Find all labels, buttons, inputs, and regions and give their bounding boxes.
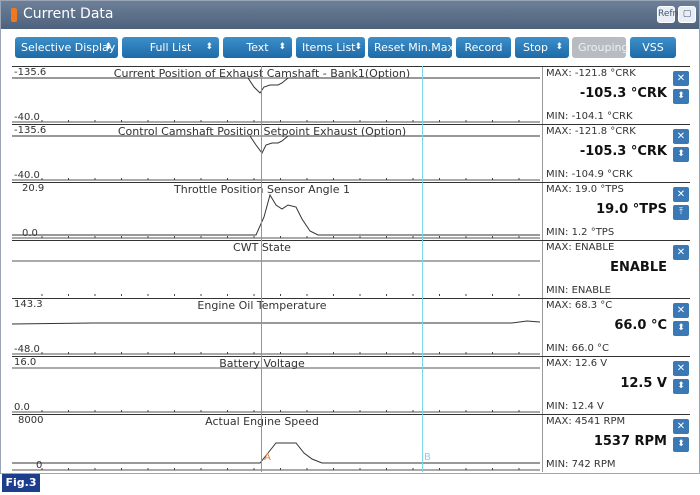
value-panel: MAX: ENABLE ENABLE MIN: ENABLE ✕ xyxy=(542,241,691,298)
value-panel: MAX: 19.0 °TPS 19.0 °TPS MIN: 1.2 °TPS ✕… xyxy=(542,183,691,240)
scale-min: 0.0 xyxy=(14,402,30,413)
parameter-title: Engine Oil Temperature xyxy=(197,299,327,312)
close-icon[interactable]: ✕ xyxy=(673,361,689,376)
max-value: MAX: ENABLE xyxy=(546,242,615,253)
stop-label: Stop xyxy=(523,41,549,54)
parameter-row-battery-voltage[interactable]: 16.0 0.0 Battery Voltage MAX: 12.6 V 12.… xyxy=(12,356,691,414)
min-value: MIN: 12.4 V xyxy=(546,401,604,412)
close-icon[interactable]: ✕ xyxy=(673,245,689,260)
graph-area: 8000 0 Actual Engine Speed xyxy=(12,415,540,472)
scale-min: -48.0 xyxy=(14,344,40,355)
move-updown-icon[interactable]: ⬍ xyxy=(673,437,689,452)
max-value: MAX: 4541 RPM xyxy=(546,416,626,427)
current-value: 19.0 °TPS xyxy=(596,202,667,217)
min-value: MIN: 1.2 °TPS xyxy=(546,227,615,238)
grouping-button: Grouping xyxy=(572,37,629,58)
max-value: MAX: 19.0 °TPS xyxy=(546,184,624,195)
move-top-icon[interactable]: ⤒ xyxy=(673,205,689,220)
close-icon[interactable]: ✕ xyxy=(673,71,689,86)
items-list-label: Items List xyxy=(302,41,356,54)
parameter-title: Actual Engine Speed xyxy=(205,415,319,428)
scale-min: 0 xyxy=(36,460,43,471)
current-value: -105.3 °CRK xyxy=(579,144,667,159)
chevron-updown-icon: ⬍ xyxy=(205,42,213,52)
scale-min: 0.0 xyxy=(22,228,38,239)
parameter-row-engine-speed[interactable]: 8000 0 Actual Engine Speed MAX: 4541 RPM… xyxy=(12,414,691,472)
parameter-row-throttle-position[interactable]: 20.9 0.0 Throttle Position Sensor Angle … xyxy=(12,182,691,240)
cursor-a-line[interactable] xyxy=(261,66,262,472)
close-icon[interactable]: ✕ xyxy=(673,187,689,202)
graph-area: 143.3 -48.0 Engine Oil Temperature xyxy=(12,299,540,356)
scale-min: -40.0 xyxy=(14,170,40,181)
parameter-row-camshaft-setpoint[interactable]: -135.6 -40.0 Control Camshaft Position S… xyxy=(12,124,691,182)
cursor-a-label: A xyxy=(264,452,271,463)
parameter-row-cwt-state[interactable]: CWT State MAX: ENABLE ENABLE MIN: ENABLE… xyxy=(12,240,691,298)
toolbar: Selective Display ⬍ Full List ⬍ Text ⬍ Item… xyxy=(1,29,699,63)
value-panel: MAX: 12.6 V 12.5 V MIN: 12.4 V ✕ ⬍ xyxy=(542,357,691,414)
window-title: Current Data xyxy=(23,6,114,22)
value-panel: MAX: 68.3 °C 66.0 °C MIN: 66.0 °C ✕ ⬍ xyxy=(542,299,691,356)
parameter-row-exhaust-camshaft[interactable]: -135.6 -40.0 Current Position of Exhaust… xyxy=(12,66,691,124)
parameter-row-engine-oil-temperature[interactable]: 143.3 -48.0 Engine Oil Temperature MAX: … xyxy=(12,298,691,356)
parameter-title: Throttle Position Sensor Angle 1 xyxy=(174,183,350,196)
graph-area: 16.0 0.0 Battery Voltage xyxy=(12,357,540,414)
figure-label: Fig.3 xyxy=(2,474,40,492)
current-value: 1537 RPM xyxy=(593,434,667,449)
value-panel: MAX: -121.8 °CRK -105.3 °CRK MIN: -104.1… xyxy=(542,67,691,124)
max-value: MAX: -121.8 °CRK xyxy=(546,68,636,79)
max-value: MAX: 12.6 V xyxy=(546,358,608,369)
record-button[interactable]: Record xyxy=(456,37,511,58)
full-list-label: Full List xyxy=(149,41,192,54)
move-updown-icon[interactable]: ⬍ xyxy=(673,321,689,336)
chevron-updown-icon: ⬍ xyxy=(555,42,563,52)
selective-display-dropdown[interactable]: Selective Display ⬍ xyxy=(15,37,118,58)
reset-min-max-button[interactable]: Reset Min.Max xyxy=(368,37,454,58)
parameter-title: Current Position of Exhaust Camshaft - B… xyxy=(113,67,411,80)
current-value: -105.3 °CRK xyxy=(579,86,667,101)
cursor-b-line[interactable] xyxy=(422,66,423,472)
parameter-title: Battery Voltage xyxy=(219,357,305,370)
min-value: MIN: ENABLE xyxy=(546,285,611,296)
min-value: MIN: 742 RPM xyxy=(546,459,616,470)
graph-area: CWT State xyxy=(12,241,540,298)
max-value: MAX: -121.8 °CRK xyxy=(546,126,636,137)
max-value: MAX: 68.3 °C xyxy=(546,300,613,311)
min-value: MIN: 66.0 °C xyxy=(546,343,610,354)
graph-area: -135.6 -40.0 Current Position of Exhaust… xyxy=(12,67,540,124)
app-icon xyxy=(11,8,17,22)
graph-area: -135.6 -40.0 Control Camshaft Position S… xyxy=(12,125,540,182)
close-icon[interactable]: ✕ xyxy=(673,129,689,144)
current-value: 66.0 °C xyxy=(614,318,667,333)
chevron-updown-icon: ⬍ xyxy=(278,42,286,52)
vss-button[interactable]: VSS xyxy=(630,37,676,58)
move-updown-icon[interactable]: ⬍ xyxy=(673,89,689,104)
cursor-b-label: B xyxy=(424,452,431,463)
selective-display-label: Selective Display xyxy=(21,41,116,54)
current-value: ENABLE xyxy=(610,260,667,275)
min-value: MIN: -104.1 °CRK xyxy=(546,111,633,122)
value-panel: MAX: 4541 RPM 1537 RPM MIN: 742 RPM ✕ ⬍ xyxy=(542,415,691,472)
value-panel: MAX: -121.8 °CRK -105.3 °CRK MIN: -104.9… xyxy=(542,125,691,182)
graph-rows: -135.6 -40.0 Current Position of Exhaust… xyxy=(12,66,691,474)
window-restore-icon[interactable]: ▢ xyxy=(678,6,696,23)
min-value: MIN: -104.9 °CRK xyxy=(546,169,633,180)
full-list-dropdown[interactable]: Full List ⬍ xyxy=(122,37,219,58)
text-dropdown[interactable]: Text ⬍ xyxy=(223,37,292,58)
refresh-icon[interactable]: Refre xyxy=(657,6,682,23)
title-bar: Current Data Refre ▢ xyxy=(1,1,699,29)
graph-area: 20.9 0.0 Throttle Position Sensor Angle … xyxy=(12,183,540,240)
move-updown-icon[interactable]: ⬍ xyxy=(673,147,689,162)
chevron-updown-icon: ⬍ xyxy=(354,42,362,52)
scale-min: -40.0 xyxy=(14,112,40,123)
items-list-dropdown[interactable]: Items List ⬍ xyxy=(296,37,365,58)
close-icon[interactable]: ✕ xyxy=(673,419,689,434)
chevron-updown-icon: ⬍ xyxy=(104,42,112,52)
current-value: 12.5 V xyxy=(620,376,667,391)
close-icon[interactable]: ✕ xyxy=(673,303,689,318)
stop-dropdown[interactable]: Stop ⬍ xyxy=(515,37,569,58)
parameter-title: CWT State xyxy=(233,241,291,254)
move-updown-icon[interactable]: ⬍ xyxy=(673,379,689,394)
parameter-title: Control Camshaft Position Setpoint Exhau… xyxy=(117,125,407,138)
text-label: Text xyxy=(246,41,269,54)
